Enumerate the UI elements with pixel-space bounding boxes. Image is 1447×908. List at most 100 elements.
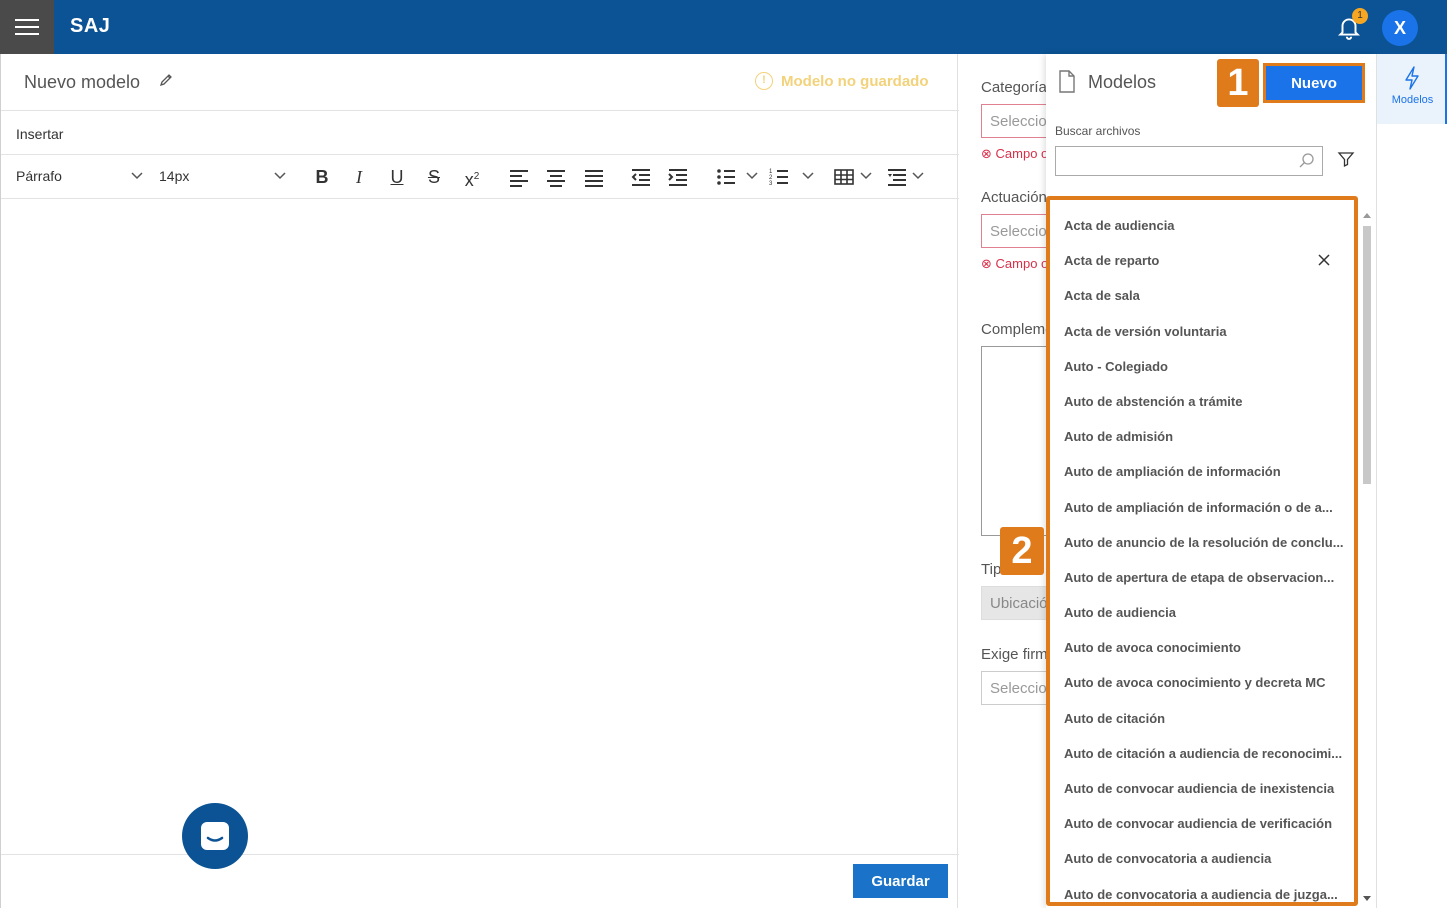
complement-label: Complemento <box>981 321 1046 338</box>
list-item-label: Auto de admisión <box>1064 429 1174 445</box>
list-item[interactable]: Acta de reparto <box>1050 243 1346 278</box>
error-icon: ⊗ <box>981 256 992 271</box>
category-error: ⊗ Campo obligatorio <box>981 146 1046 162</box>
new-model-button[interactable]: Nuevo <box>1263 63 1365 103</box>
avatar[interactable]: X <box>1382 10 1418 46</box>
font-size-select[interactable]: 14px <box>159 168 189 184</box>
category-select[interactable]: Seleccione <box>981 104 1046 138</box>
list-item-label: Auto de abstención a trámite <box>1064 393 1243 409</box>
list-item[interactable]: Auto de ampliación de información o de a… <box>1050 490 1346 525</box>
underline-icon[interactable]: U <box>383 164 411 190</box>
list-item-label: Acta de audiencia <box>1064 218 1175 233</box>
list-item[interactable]: Auto - Colegiado <box>1050 349 1346 384</box>
bold-icon[interactable]: B <box>308 164 336 190</box>
numbered-list-icon[interactable]: 123 <box>766 164 794 190</box>
location-select: Ubicación <box>981 586 1046 620</box>
menu-icon <box>15 19 39 35</box>
list-item-label: Auto de convocar audiencia de inexistenc… <box>1064 781 1335 796</box>
list-item[interactable]: Acta de sala <box>1050 278 1346 313</box>
menu-button[interactable] <box>0 0 54 54</box>
list-item[interactable]: Auto de ampliación de información <box>1050 454 1346 489</box>
table-icon[interactable] <box>830 164 858 190</box>
list-item-label: Auto de convocatoria a audiencia <box>1064 851 1272 867</box>
list-item[interactable]: Auto de abstención a trámite <box>1050 384 1346 419</box>
indent-icon[interactable] <box>664 164 692 190</box>
outdent-icon[interactable] <box>627 164 655 190</box>
insert-menu[interactable]: Insertar <box>16 126 63 142</box>
models-list: Acta de audiencia Acta de reparto Acta de … <box>1050 208 1350 902</box>
scroll-thumb[interactable] <box>1363 226 1371 484</box>
list-item[interactable]: Auto de convocatoria a audiencia <box>1050 841 1346 876</box>
list-item[interactable]: Auto de avoca conocimiento y decreta MC <box>1050 665 1346 700</box>
document-icon <box>1059 70 1075 93</box>
list-item-label: Auto de citación a audiencia de reconoci… <box>1064 745 1343 761</box>
list-item-label: Auto de convocatoria a audiencia de juzg… <box>1064 886 1338 902</box>
align-left-icon[interactable] <box>505 164 533 190</box>
chevron-down-icon[interactable] <box>912 172 924 180</box>
panel-title: Modelos <box>1088 72 1157 92</box>
step-badge-2: 2 <box>1000 527 1044 575</box>
line-height-icon[interactable] <box>883 164 911 190</box>
action-select[interactable]: Seleccione <box>981 214 1046 248</box>
divider <box>1 854 959 855</box>
paragraph-style-select[interactable]: Párrafo <box>16 168 62 184</box>
list-scrollbar[interactable] <box>1360 210 1374 906</box>
list-item[interactable]: Auto de convocar audiencia de inexistenc… <box>1050 771 1346 806</box>
editor-pane: Nuevo modelo ! Modelo no guardado Insert… <box>0 54 959 908</box>
chevron-down-icon[interactable] <box>746 172 758 180</box>
complement-textarea[interactable] <box>981 346 1046 536</box>
list-item-label: Auto de ampliación de información <box>1064 464 1281 480</box>
justify-icon[interactable] <box>580 164 608 190</box>
list-item[interactable]: Auto de citación <box>1050 701 1346 736</box>
list-item-label: Auto de convocar audiencia de verificaci… <box>1064 816 1333 832</box>
bolt-icon <box>1405 66 1419 90</box>
bullet-list-icon[interactable] <box>712 164 740 190</box>
chevron-down-icon[interactable] <box>131 172 143 180</box>
rail-item-models[interactable]: Modelos <box>1377 54 1447 124</box>
align-center-icon[interactable] <box>542 164 570 190</box>
signature-select[interactable]: Seleccione <box>981 671 1046 705</box>
list-item-label: Auto de avoca conocimiento <box>1064 640 1241 656</box>
page-title: Nuevo modelo <box>24 72 141 92</box>
italic-icon[interactable]: I <box>345 164 373 190</box>
search-input[interactable] <box>1055 146 1323 176</box>
top-bar: SAJ 1 X <box>0 0 1447 54</box>
unsaved-status: ! Modelo no guardado <box>755 72 929 90</box>
list-item[interactable]: Auto de avoca conocimiento <box>1050 630 1346 665</box>
list-item-label: Auto - Colegiado <box>1064 358 1168 374</box>
list-item[interactable]: Acta de versión voluntaria <box>1050 314 1346 349</box>
list-item[interactable]: Auto de citación a audiencia de reconoci… <box>1050 736 1346 771</box>
list-item[interactable]: Auto de convocatoria a audiencia de juzg… <box>1050 877 1346 902</box>
chevron-down-icon[interactable] <box>860 172 872 180</box>
save-button[interactable]: Guardar <box>853 864 948 898</box>
list-item[interactable]: Acta de audiencia <box>1050 208 1346 243</box>
scroll-down-icon[interactable] <box>1363 896 1371 902</box>
pencil-icon[interactable] <box>158 72 174 88</box>
list-item[interactable]: Auto de apertura de etapa de observacion… <box>1050 560 1346 595</box>
search-icon[interactable] <box>1298 152 1316 170</box>
signature-label: Exige firma <box>981 646 1046 663</box>
list-item[interactable]: Auto de anuncio de la resolución de conc… <box>1050 525 1346 560</box>
close-icon[interactable] <box>1318 254 1330 266</box>
list-item[interactable]: Auto de convocar audiencia de verificaci… <box>1050 806 1346 841</box>
list-item[interactable]: Auto de admisión <box>1050 419 1346 454</box>
search-label: Buscar archivos <box>1055 124 1141 138</box>
filter-icon[interactable] <box>1337 150 1355 168</box>
list-item-label: Auto de apertura de etapa de observacion… <box>1064 569 1335 585</box>
divider <box>1 110 959 111</box>
divider <box>1 154 959 155</box>
app-logo: SAJ <box>70 15 111 37</box>
category-label: Categoría <box>981 79 1046 96</box>
formatting-toolbar: Párrafo 14px B I U S x2 123 <box>1 156 959 198</box>
superscript-icon[interactable]: x2 <box>458 164 486 190</box>
list-item-label: Auto de audiencia <box>1064 605 1176 621</box>
list-item-label: Acta de versión voluntaria <box>1064 323 1227 339</box>
chat-button[interactable] <box>182 803 248 869</box>
chevron-down-icon[interactable] <box>802 172 814 180</box>
chevron-down-icon[interactable] <box>274 172 286 180</box>
list-item-label: Acta de reparto <box>1064 253 1160 269</box>
action-error: ⊗ Campo obligatorio <box>981 256 1046 272</box>
list-item[interactable]: Auto de audiencia <box>1050 595 1346 630</box>
scroll-up-icon[interactable] <box>1363 212 1371 218</box>
strikethrough-icon[interactable]: S <box>420 164 448 190</box>
